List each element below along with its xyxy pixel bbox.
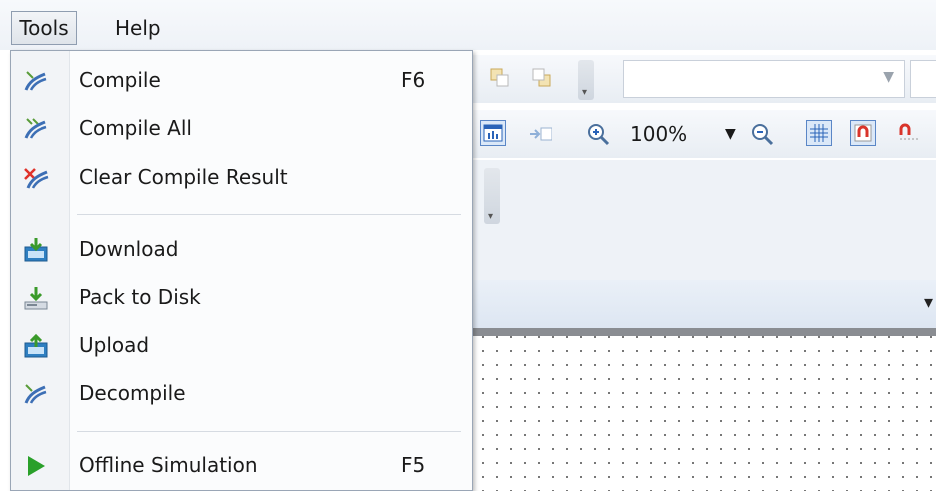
pack-to-disk-icon [23, 285, 49, 311]
zoom-dropdown-arrow[interactable]: ▼ [725, 118, 736, 150]
menu-item-shortcut: F6 [401, 68, 426, 92]
compile-icon [23, 68, 49, 94]
menu-item-label: Compile All [79, 116, 192, 140]
design-canvas[interactable] [470, 336, 936, 491]
menu-bar: Tools Help [0, 0, 936, 50]
menu-separator [77, 214, 461, 215]
menu-item-decompile[interactable]: Decompile [13, 371, 470, 415]
menu-item-clear-compile-result[interactable]: Clear Compile Result [13, 155, 470, 199]
menu-item-download[interactable]: Download [13, 227, 470, 271]
menu-item-label: Clear Compile Result [79, 165, 288, 189]
menu-item-label: Upload [79, 333, 150, 357]
upload-icon [23, 333, 49, 359]
menu-item-upload[interactable]: Upload [13, 323, 470, 367]
send-backward-icon[interactable] [530, 66, 554, 90]
toolbar-overflow-button[interactable] [578, 60, 594, 100]
chevron-down-icon: ▼ [883, 69, 894, 85]
menu-item-label: Compile [79, 68, 161, 92]
tab-list-arrow-icon[interactable]: ▾ [924, 292, 933, 313]
menu-separator [77, 431, 461, 432]
zoom-level[interactable]: 100% [630, 118, 687, 150]
menu-item-label: Download [79, 237, 179, 261]
toolbar-area [470, 160, 936, 280]
decompile-icon [23, 381, 49, 407]
menu-item-offline-simulation[interactable]: Offline Simulation F5 [13, 443, 470, 487]
snap-to-object-icon[interactable] [896, 120, 920, 144]
panel-divider [470, 328, 936, 336]
menu-item-label: Offline Simulation [79, 453, 258, 477]
style-dropdown[interactable]: ▼ [623, 60, 905, 98]
chart-view-icon[interactable] [480, 120, 506, 146]
font-dropdown[interactable] [910, 60, 936, 98]
menu-help[interactable]: Help [103, 11, 173, 45]
zoom-out-icon[interactable] [750, 122, 774, 146]
download-icon [23, 237, 49, 263]
menu-item-shortcut: F5 [401, 453, 426, 477]
menu-item-compile-all[interactable]: Compile All [13, 106, 470, 150]
compile-all-icon [23, 116, 49, 142]
snap-to-grid-icon[interactable] [850, 120, 876, 146]
zoom-in-icon[interactable] [586, 122, 610, 146]
menu-item-label: Decompile [79, 381, 186, 405]
insert-arrow-icon[interactable] [528, 122, 552, 146]
toolbar-overflow-button-2[interactable] [484, 168, 500, 224]
grid-toggle-icon[interactable] [806, 120, 832, 146]
menu-item-compile[interactable]: Compile F6 [13, 58, 470, 102]
play-icon [23, 453, 49, 479]
menu-tools[interactable]: Tools [11, 11, 77, 45]
bring-forward-icon[interactable] [488, 66, 512, 90]
document-tab-strip [470, 280, 936, 330]
tools-menu-dropdown: Compile F6 Compile All Clear Compile Res… [10, 50, 473, 491]
clear-compile-icon [23, 165, 49, 191]
menu-item-label: Pack to Disk [79, 285, 201, 309]
menu-item-pack-to-disk[interactable]: Pack to Disk [13, 275, 470, 319]
